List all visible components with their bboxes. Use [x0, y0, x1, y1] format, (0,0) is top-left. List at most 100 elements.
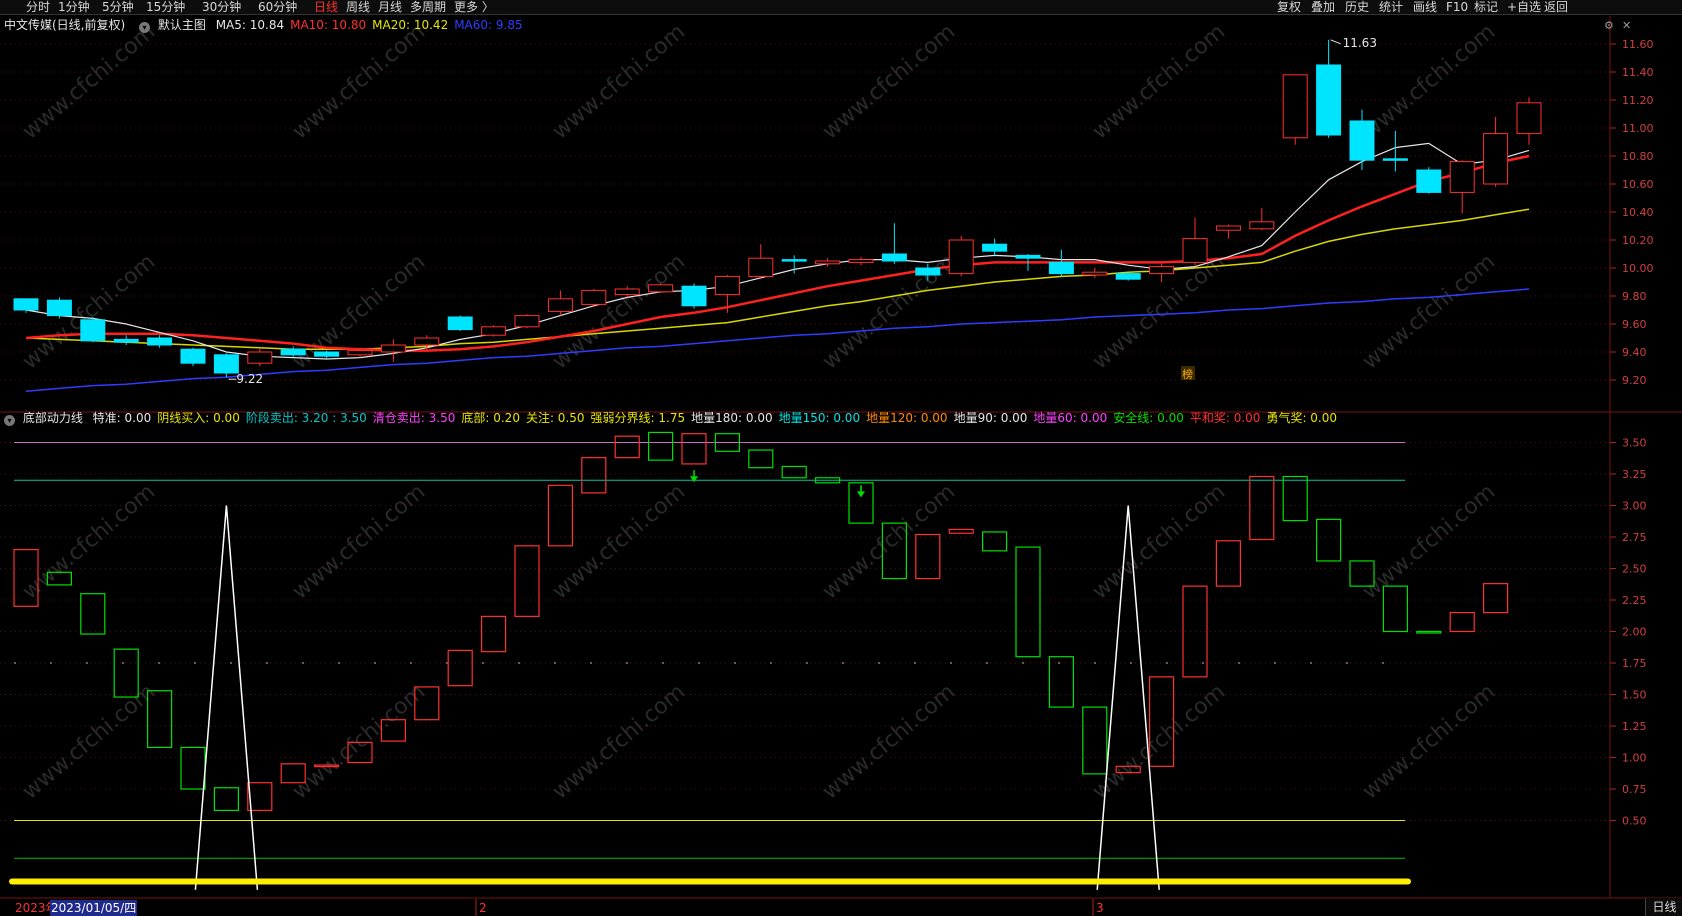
- indicator-box-20: [681, 433, 707, 465]
- price-axis-label: 9.20: [1622, 374, 1647, 387]
- watermark: www.cfchi.com: [818, 679, 960, 804]
- indicator-box-44: [1482, 583, 1509, 614]
- watermark: www.cfchi.com: [288, 249, 430, 374]
- indicator-box-15: [514, 545, 540, 617]
- candle-body: [180, 348, 206, 364]
- sell-arrow-head: [690, 476, 698, 483]
- candle-body: [247, 351, 273, 364]
- candle-body: [1015, 254, 1041, 259]
- indicator-box-38: [1282, 475, 1308, 522]
- candle-14: [481, 325, 507, 337]
- main-chart-info: 中文传媒(日线,前复权) ▾ 默认主图 MA5: 10.84 MA10: 10.8…: [0, 17, 529, 33]
- indicator-box-42: [1416, 630, 1442, 634]
- candle-23: [781, 255, 807, 274]
- candle-34: [1149, 263, 1175, 282]
- indicator-settings-icon[interactable]: ▾: [4, 415, 15, 426]
- ma-chip-3: MA60: 9.85: [454, 18, 523, 32]
- period-label[interactable]: 日线: [1645, 898, 1682, 916]
- template-name[interactable]: 默认主图: [158, 17, 206, 33]
- indicator-box-6: [213, 787, 239, 812]
- candle-13: [447, 315, 473, 331]
- candle-11: [380, 339, 406, 362]
- ind-axis-label: 1.50: [1622, 689, 1647, 702]
- ind-axis-label: 2.00: [1622, 626, 1647, 639]
- ind-axis-label: 3.50: [1622, 437, 1647, 450]
- watermark: www.cfchi.com: [288, 19, 430, 144]
- indicator-chip-1: 阴线买入: 0.00: [157, 411, 240, 425]
- candle-body: [13, 298, 39, 311]
- candle-32: [1082, 268, 1108, 278]
- watermark: www.cfchi.com: [818, 19, 960, 144]
- template-icon[interactable]: ▾: [139, 22, 151, 33]
- candle-body: [1282, 74, 1308, 139]
- candle-26: [881, 223, 907, 264]
- close-icon[interactable]: ✕: [1622, 19, 1631, 32]
- ind-axis-label: 0.50: [1622, 815, 1647, 828]
- watermark: www.cfchi.com: [548, 19, 690, 144]
- indicator-chip-6: 强弱分界线: 1.75: [590, 411, 686, 425]
- watermark: www.cfchi.com: [1088, 479, 1230, 604]
- candle-body: [1382, 158, 1408, 161]
- candle-body: [848, 259, 874, 263]
- bottom-spike-0: [194, 505, 259, 890]
- candle-17: [581, 289, 607, 308]
- rank-badge: 榜: [1182, 367, 1193, 381]
- candle-body: [881, 253, 907, 262]
- indicator-chip-13: 平和奖: 0.00: [1189, 411, 1261, 425]
- ind-axis-label: 2.25: [1622, 594, 1647, 607]
- indicator-chip-9: 地量120: 0.00: [866, 411, 948, 425]
- candle-body: [781, 259, 807, 262]
- indicator-box-29: [981, 531, 1008, 552]
- candle-body: [414, 337, 440, 346]
- indicator-name[interactable]: 底部动力线: [23, 410, 83, 426]
- chart-canvas[interactable]: 11.60 11.40 11.20 11.00 10.80 10.60 10.40 10.20…: [0, 0, 1682, 916]
- candle-43: [1449, 160, 1475, 214]
- ind-axis-label: 0.75: [1622, 783, 1647, 796]
- price-axis-label: 9.40: [1622, 346, 1647, 359]
- candle-25: [848, 256, 874, 266]
- ma-chip-0: MA5: 10.84: [215, 18, 285, 32]
- indicator-box-5: [180, 746, 206, 790]
- ma5-line: [25, 142, 1530, 360]
- candle-0: [13, 298, 39, 313]
- candle-body: [1182, 238, 1208, 263]
- candle-19: [648, 283, 674, 294]
- indicator-box-37: [1249, 475, 1275, 541]
- candle-body: [1449, 161, 1475, 193]
- indicator-chip-4: 底部: 0.20: [461, 411, 520, 425]
- indicator-chip-11: 地量60: 0.00: [1033, 411, 1108, 425]
- ind-axis-label: 2.50: [1622, 563, 1647, 576]
- candle-body: [1483, 133, 1509, 185]
- candle-body: [1349, 120, 1375, 161]
- candle-3: [113, 335, 139, 345]
- candle-body: [614, 288, 640, 296]
- ma-chip-1: MA10: 10.80: [290, 18, 367, 32]
- candle-body: [681, 285, 707, 307]
- watermark: www.cfchi.com: [818, 479, 960, 604]
- candle-body: [113, 338, 139, 343]
- price-axis-label: 11.40: [1622, 66, 1654, 79]
- watermark: www.cfchi.com: [288, 479, 430, 604]
- indicator-chip-14: 勇气奖: 0.00: [1266, 411, 1338, 425]
- ind-axis-label: 3.25: [1622, 468, 1647, 481]
- indicator-box-23: [781, 465, 807, 479]
- ind-axis-label: 2.75: [1622, 531, 1647, 544]
- indicator-box-39: [1315, 518, 1342, 562]
- candle-body: [748, 257, 774, 277]
- candle-33: [1115, 272, 1141, 281]
- watermark: www.cfchi.com: [1088, 19, 1230, 144]
- candle-42: [1416, 167, 1442, 194]
- candle-21: [714, 275, 740, 313]
- candle-body: [481, 326, 507, 336]
- settings-icon[interactable]: ⚙: [1604, 19, 1614, 32]
- candle-body: [280, 348, 306, 356]
- candle-45: [1516, 97, 1542, 145]
- indicator-chip-5: 关注: 0.50: [525, 411, 585, 425]
- indicator-info: ▾ 底部动力线 特准: 0.00 阴线买入: 0.00 阶段卖出: 3.20 : 3…: [0, 410, 1343, 426]
- watermark: www.cfchi.com: [18, 19, 160, 144]
- indicator-chip-10: 地量90: 0.00: [953, 411, 1028, 425]
- indicator-box-2: [80, 593, 106, 635]
- candle-body: [1082, 271, 1108, 276]
- indicator-box-17: [581, 457, 607, 494]
- watermark: www.cfchi.com: [548, 679, 690, 804]
